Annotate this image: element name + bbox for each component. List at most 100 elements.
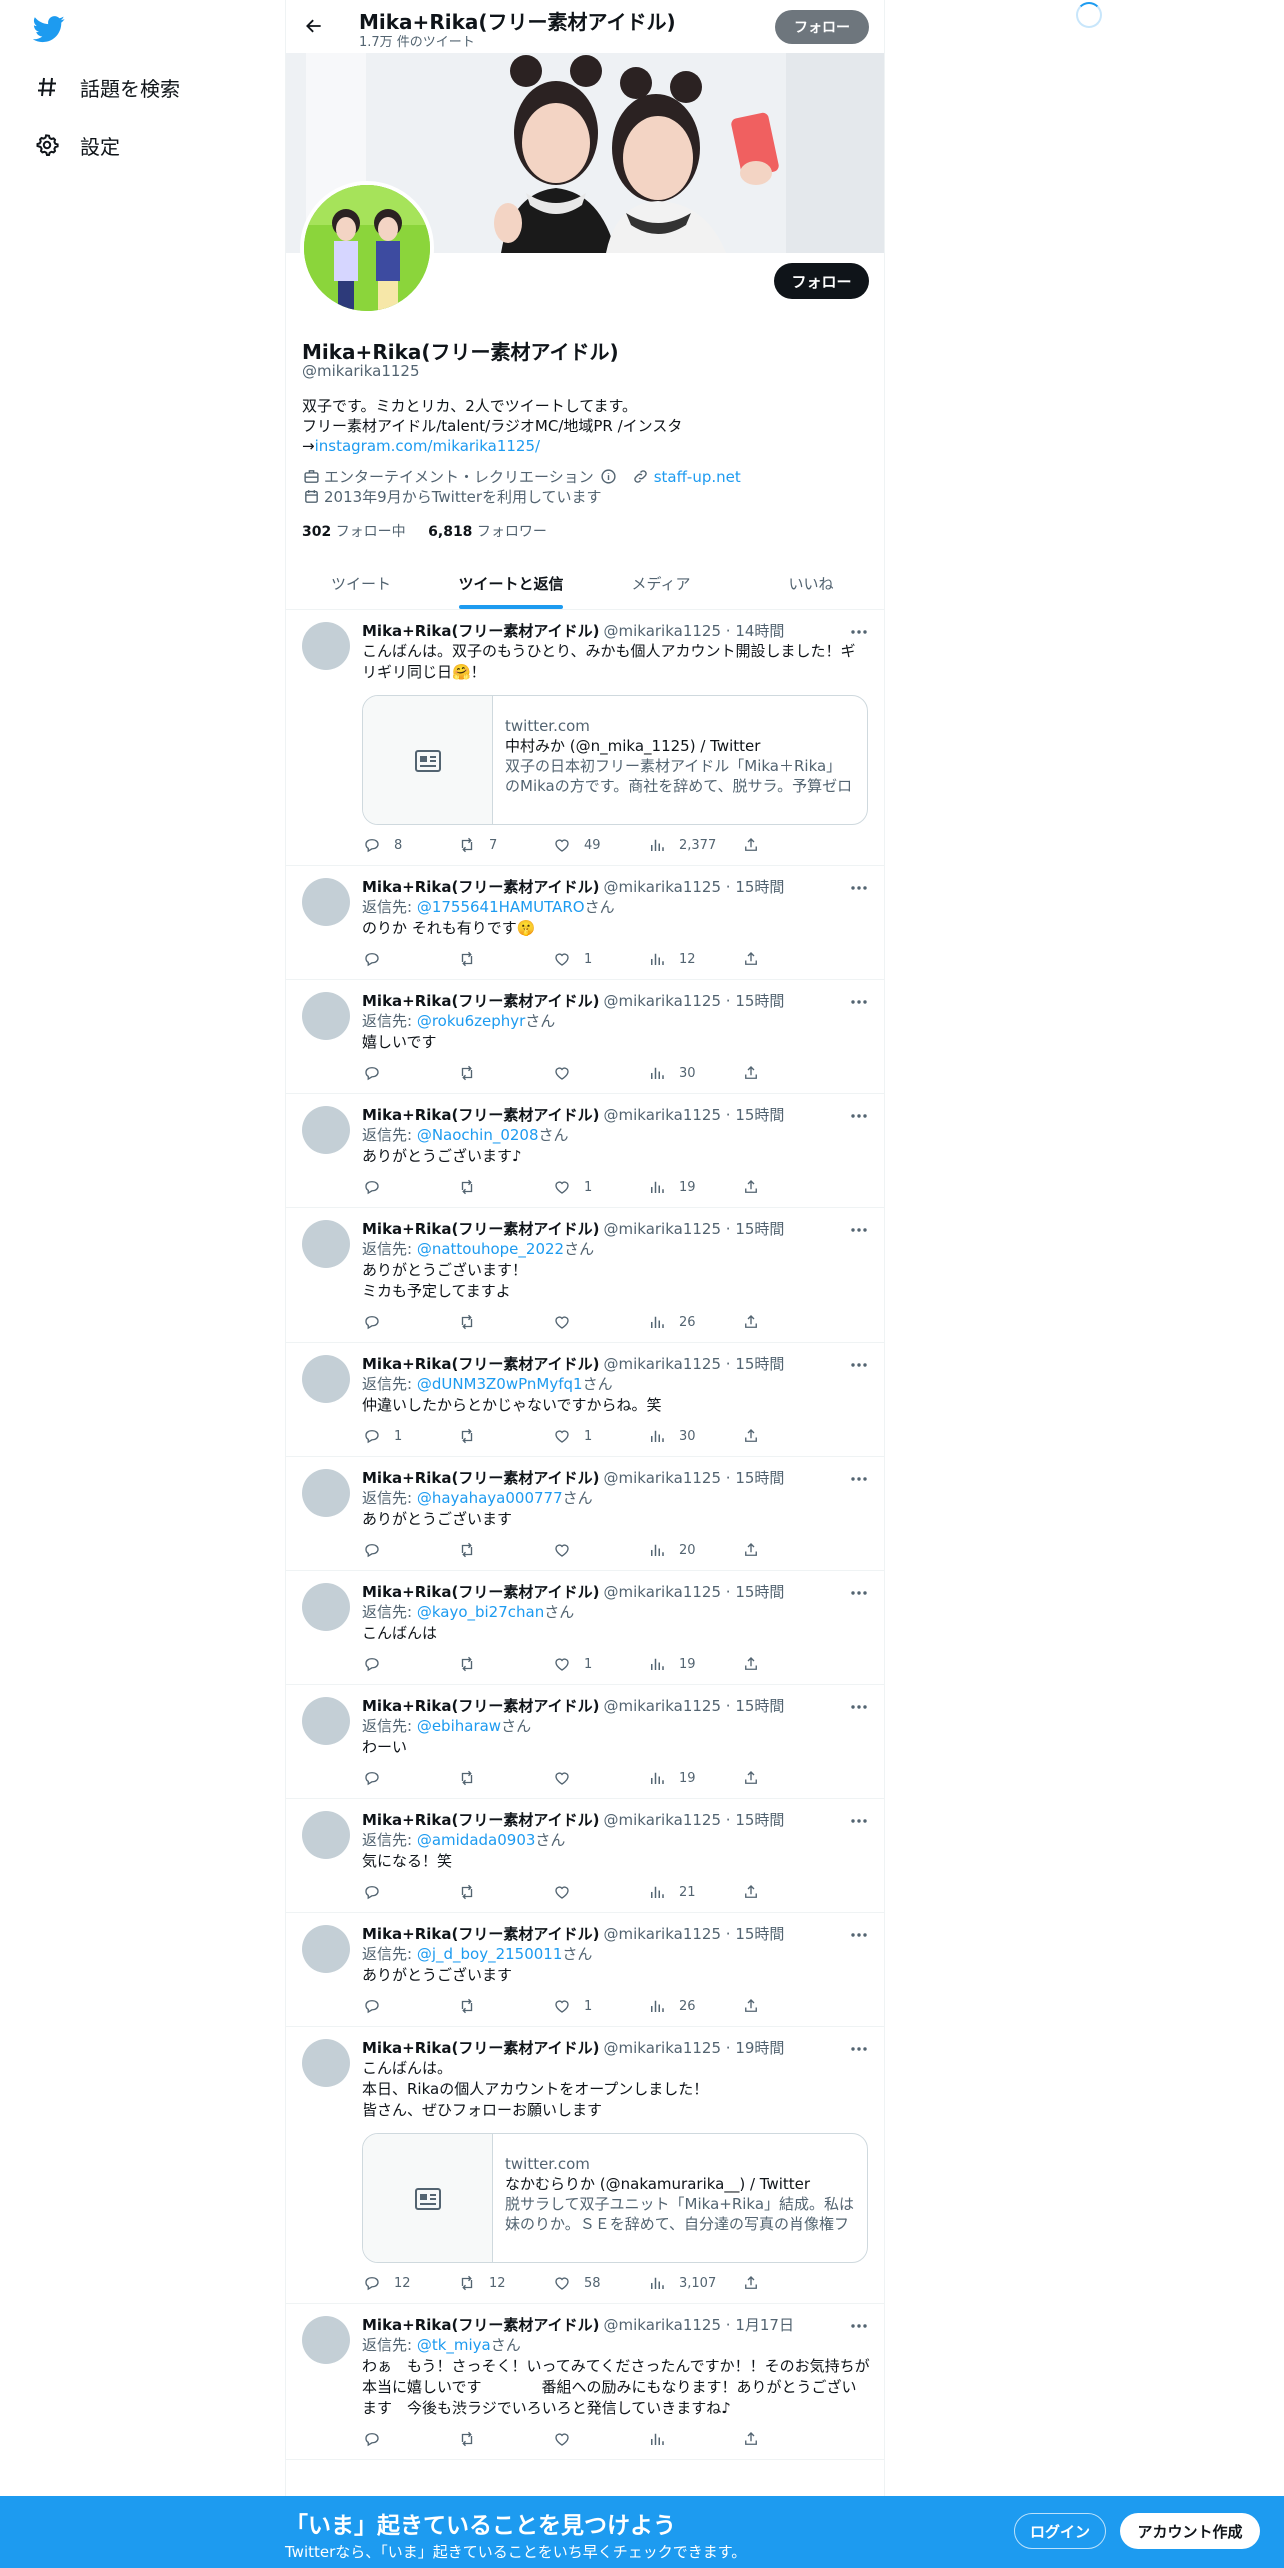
tweet-avatar[interactable] <box>302 1811 350 1859</box>
share-button[interactable] <box>742 2429 772 2449</box>
retweet-button[interactable] <box>457 1426 552 1446</box>
reply-to-link[interactable]: @Naochin_0208 <box>417 1126 539 1144</box>
share-button[interactable] <box>742 1426 772 1446</box>
reply-button[interactable] <box>362 2429 457 2449</box>
like-button[interactable]: 1 <box>552 1426 647 1446</box>
like-button[interactable] <box>552 1540 647 1560</box>
retweet-button[interactable] <box>457 1768 552 1788</box>
tweet-time[interactable]: 15時間 <box>735 1220 784 1238</box>
share-button[interactable] <box>742 1882 772 1902</box>
tweet-author-handle[interactable]: @mikarika1125 <box>604 622 722 640</box>
reply-to-link[interactable]: @roku6zephyr <box>417 1012 525 1030</box>
views-button[interactable]: 26 <box>647 1312 742 1332</box>
views-button[interactable]: 19 <box>647 1768 742 1788</box>
tweet-time[interactable]: 15時間 <box>735 992 784 1010</box>
tweet[interactable]: Mika+Rika(フリー素材アイドル) @mikarika1125 · 1月17… <box>286 2304 884 2460</box>
more-options-icon[interactable] <box>848 1697 870 1717</box>
tweet-author-name[interactable]: Mika+Rika(フリー素材アイドル) <box>362 622 600 640</box>
reply-to-link[interactable]: @kayo_bi27chan <box>417 1603 544 1621</box>
tweet[interactable]: Mika+Rika(フリー素材アイドル) @mikarika1125 · 15時間… <box>286 1913 884 2027</box>
tweet-avatar[interactable] <box>302 1220 350 1268</box>
reply-button[interactable]: 8 <box>362 835 457 855</box>
link-card[interactable]: twitter.com 中村みか (@n_mika_1125) / Twitter… <box>362 695 868 825</box>
more-options-icon[interactable] <box>848 2316 870 2336</box>
tweet[interactable]: Mika+Rika(フリー素材アイドル) @mikarika1125 · 15時間… <box>286 1571 884 1685</box>
reply-button[interactable] <box>362 1063 457 1083</box>
share-button[interactable] <box>742 1540 772 1560</box>
views-button[interactable]: 3,107 <box>647 2273 742 2293</box>
like-button[interactable] <box>552 1063 647 1083</box>
reply-to-link[interactable]: @1755641HAMUTARO <box>417 898 585 916</box>
more-options-icon[interactable] <box>848 878 870 898</box>
tweet-time[interactable]: 15時間 <box>735 878 784 896</box>
views-button[interactable]: 2,377 <box>647 835 742 855</box>
tweet-time[interactable]: 15時間 <box>735 1106 784 1124</box>
more-options-icon[interactable] <box>848 2039 870 2059</box>
profile-avatar[interactable] <box>300 181 434 315</box>
reply-button[interactable] <box>362 1177 457 1197</box>
tweet-avatar[interactable] <box>302 622 350 670</box>
tweet-avatar[interactable] <box>302 1925 350 1973</box>
like-button[interactable] <box>552 1882 647 1902</box>
tweet-author-name[interactable]: Mika+Rika(フリー素材アイドル) <box>362 1469 600 1487</box>
more-options-icon[interactable] <box>848 1925 870 1945</box>
more-options-icon[interactable] <box>848 1220 870 1240</box>
followers-link[interactable]: 6,818 フォロワー <box>428 524 547 540</box>
tweet-author-handle[interactable]: @mikarika1125 <box>604 1811 722 1829</box>
tab-tweets[interactable]: ツイート <box>286 557 436 609</box>
retweet-button[interactable] <box>457 1882 552 1902</box>
more-options-icon[interactable] <box>848 1106 870 1126</box>
tweet[interactable]: Mika+Rika(フリー素材アイドル) @mikarika1125 · 15時間… <box>286 1208 884 1343</box>
tweet[interactable]: Mika+Rika(フリー素材アイドル) @mikarika1125 · 15時間… <box>286 1094 884 1208</box>
reply-button[interactable]: 12 <box>362 2273 457 2293</box>
profile-follow-button[interactable]: フォロー <box>774 263 869 299</box>
tweet-time[interactable]: 15時間 <box>735 1925 784 1943</box>
more-options-icon[interactable] <box>848 1355 870 1375</box>
tab-tweets-and-replies[interactable]: ツイートと返信 <box>436 557 586 609</box>
tweet-author-handle[interactable]: @mikarika1125 <box>604 992 722 1010</box>
tweet-time[interactable]: 14時間 <box>735 622 784 640</box>
like-button[interactable]: 1 <box>552 1654 647 1674</box>
tweet-author-name[interactable]: Mika+Rika(フリー素材アイドル) <box>362 1220 600 1238</box>
more-options-icon[interactable] <box>848 1469 870 1489</box>
views-button[interactable] <box>647 2429 742 2449</box>
share-button[interactable] <box>742 1312 772 1332</box>
tweet-avatar[interactable] <box>302 2316 350 2364</box>
link-card[interactable]: twitter.com なかむらりか (@nakamurarika__) / Tw… <box>362 2133 868 2263</box>
tweet-author-name[interactable]: Mika+Rika(フリー素材アイドル) <box>362 1811 600 1829</box>
retweet-button[interactable] <box>457 1540 552 1560</box>
tweet-author-handle[interactable]: @mikarika1125 <box>604 878 722 896</box>
reply-button[interactable] <box>362 1312 457 1332</box>
retweet-button[interactable] <box>457 949 552 969</box>
reply-to-link[interactable]: @nattouhope_2022 <box>417 1240 564 1258</box>
tab-media[interactable]: メディア <box>586 557 736 609</box>
login-button[interactable]: ログイン <box>1014 2513 1106 2549</box>
like-button[interactable] <box>552 2429 647 2449</box>
tweet-avatar[interactable] <box>302 2039 350 2087</box>
retweet-button[interactable] <box>457 1996 552 2016</box>
like-button[interactable] <box>552 1312 647 1332</box>
share-button[interactable] <box>742 1654 772 1674</box>
reply-button[interactable] <box>362 1540 457 1560</box>
share-button[interactable] <box>742 949 772 969</box>
tweet-avatar[interactable] <box>302 1355 350 1403</box>
reply-to-link[interactable]: @j_d_boy_2150011 <box>417 1945 563 1963</box>
tweet[interactable]: Mika+Rika(フリー素材アイドル) @mikarika1125 · 14時間… <box>286 610 884 866</box>
share-button[interactable] <box>742 1996 772 2016</box>
views-button[interactable]: 12 <box>647 949 742 969</box>
tweet-time[interactable]: 15時間 <box>735 1811 784 1829</box>
like-button[interactable]: 49 <box>552 835 647 855</box>
reply-to-link[interactable]: @ebiharaw <box>417 1717 501 1735</box>
tweet-avatar[interactable] <box>302 1106 350 1154</box>
tweet[interactable]: Mika+Rika(フリー素材アイドル) @mikarika1125 · 15時間… <box>286 1457 884 1571</box>
sidebar-item-explore[interactable]: 話題を検索 <box>34 67 180 107</box>
tweet-author-name[interactable]: Mika+Rika(フリー素材アイドル) <box>362 1355 600 1373</box>
retweet-button[interactable] <box>457 1177 552 1197</box>
tweet[interactable]: Mika+Rika(フリー素材アイドル) @mikarika1125 · 15時間… <box>286 866 884 980</box>
tweet-time[interactable]: 15時間 <box>735 1697 784 1715</box>
info-icon[interactable] <box>600 468 618 486</box>
like-button[interactable] <box>552 1768 647 1788</box>
tweet-time[interactable]: 15時間 <box>735 1469 784 1487</box>
like-button[interactable]: 58 <box>552 2273 647 2293</box>
sidebar-item-settings[interactable]: 設定 <box>34 125 120 165</box>
